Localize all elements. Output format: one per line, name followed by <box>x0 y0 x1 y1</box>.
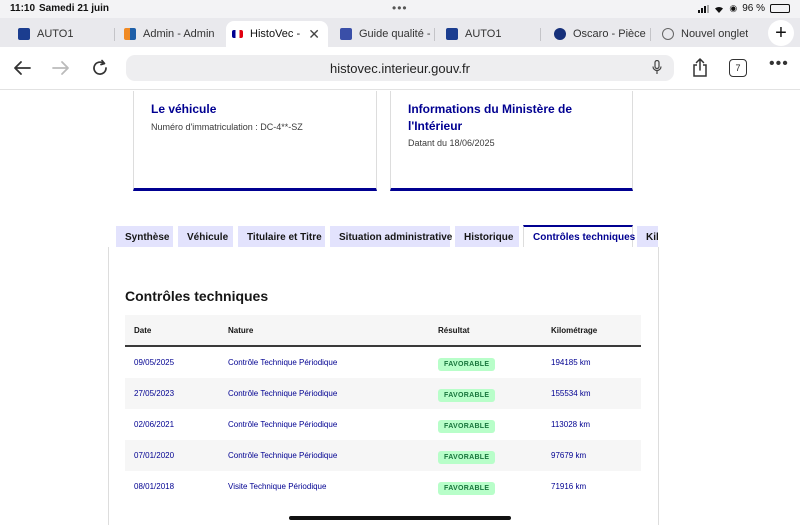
wifi-icon <box>715 6 724 13</box>
globe-icon <box>662 28 674 40</box>
auto1-favicon <box>18 28 30 40</box>
inspection-mileage: 97679 km <box>551 451 587 460</box>
inspection-nature: Contrôle Technique Périodique <box>228 420 338 429</box>
section-title: Contrôles techniques <box>125 288 269 304</box>
status-date: Samedi 21 juin <box>39 3 110 14</box>
status-indicators: ◉ 96 % <box>698 3 790 14</box>
browser-tab-label: Admin - Admin <box>143 28 215 40</box>
reload-button[interactable] <box>87 55 113 81</box>
url-text: histovec.interieur.gouv.fr <box>330 60 470 76</box>
status-badge: FAVORABLE <box>438 389 496 402</box>
arrow-left-icon <box>14 61 31 75</box>
tab-synthese[interactable]: Synthèse <box>116 226 173 248</box>
table-row: 08/01/2018 Visite Technique Périodique F… <box>125 471 641 502</box>
status-bar: 11:10 Samedi 21 juin ••• ◉ 96 % <box>0 0 800 18</box>
back-button[interactable] <box>9 55 35 81</box>
vehicle-card: Le véhicule Numéro d'immatriculation : D… <box>133 91 377 191</box>
cellular-signal-icon <box>698 4 710 13</box>
browser-tab-admin[interactable]: Admin - Admin <box>106 21 224 47</box>
address-bar[interactable]: histovec.interieur.gouv.fr <box>126 55 674 81</box>
status-badge: FAVORABLE <box>438 420 496 433</box>
inspection-date: 09/05/2025 <box>134 358 175 367</box>
tab-controles-techniques[interactable]: Contrôles techniques <box>523 225 635 248</box>
ministry-title-line2: l'Intérieur <box>408 119 463 133</box>
inspection-nature: Visite Technique Périodique <box>228 482 327 491</box>
arrow-right-icon <box>52 61 69 75</box>
inspection-mileage: 155534 km <box>551 389 591 398</box>
inspection-mileage: 113028 km <box>551 420 590 429</box>
battery-percent: 96 % <box>742 3 765 14</box>
ministry-date: Datant du 18/06/2025 <box>408 138 495 148</box>
browser-tab-label: Oscaro - Pièce <box>573 28 646 40</box>
inspection-nature: Contrôle Technique Périodique <box>228 389 338 398</box>
inspection-date: 08/01/2018 <box>134 482 175 491</box>
auto1-favicon <box>446 28 458 40</box>
oscaro-favicon <box>554 28 566 40</box>
more-menu-icon[interactable]: ••• <box>769 55 789 73</box>
inspection-date: 02/06/2021 <box>134 420 175 429</box>
registration-number: Numéro d'immatriculation : DC-4**-SZ <box>151 122 303 132</box>
browser-tab-label: AUTO1 <box>465 28 502 40</box>
browser-tab-label: Guide qualité - <box>359 28 431 40</box>
guide-favicon <box>340 28 352 40</box>
tab-titulaire[interactable]: Titulaire et Titre <box>238 226 325 248</box>
status-time: 11:10 <box>10 3 36 14</box>
table-header: Date Nature Résultat Kilométrage <box>125 315 641 347</box>
reload-icon <box>93 59 107 75</box>
browser-tab-label: AUTO1 <box>37 28 74 40</box>
browser-tab-oscaro[interactable]: Oscaro - Pièce <box>536 21 646 47</box>
status-badge: FAVORABLE <box>438 451 496 464</box>
ministry-title-line1: Informations du Ministère de <box>408 102 573 116</box>
vehicle-card-title: Le véhicule <box>151 102 217 116</box>
inspection-mileage: 194185 km <box>551 358 591 367</box>
close-tab-icon[interactable]: ✕ <box>308 26 320 43</box>
table-row: 02/06/2021 Contrôle Technique Périodique… <box>125 409 641 440</box>
inspections-table: Date Nature Résultat Kilométrage 09/05/2… <box>125 315 641 502</box>
share-icon <box>693 58 707 77</box>
table-row: 07/01/2020 Contrôle Technique Périodique… <box>125 440 641 471</box>
forward-button[interactable] <box>48 55 74 81</box>
column-header-nature: Nature <box>228 326 254 335</box>
table-row: 09/05/2025 Contrôle Technique Périodique… <box>125 347 641 378</box>
battery-icon <box>770 4 790 13</box>
table-row: 27/05/2023 Contrôle Technique Périodique… <box>125 378 641 409</box>
browser-tab-guide[interactable]: Guide qualité - <box>322 21 432 47</box>
tab-situation-administrative[interactable]: Situation administrative <box>330 226 452 248</box>
microphone-icon[interactable] <box>652 60 662 75</box>
new-tab-button[interactable]: + <box>768 20 794 46</box>
tab-kilometrage[interactable]: Kilo <box>637 226 658 248</box>
home-indicator[interactable] <box>289 516 511 520</box>
inspection-mileage: 71916 km <box>551 482 587 491</box>
browser-toolbar: histovec.interieur.gouv.fr 7 ••• <box>0 47 800 90</box>
multitasking-dots-icon[interactable]: ••• <box>392 1 408 15</box>
column-header-result: Résultat <box>438 326 470 335</box>
french-flag-favicon <box>232 30 243 38</box>
browser-tab-auto1-2[interactable]: AUTO1 <box>428 21 538 47</box>
tab-count-button[interactable]: 7 <box>729 59 747 77</box>
browser-tab-label: HistoVec - <box>250 28 301 40</box>
inspection-date: 07/01/2020 <box>134 451 175 460</box>
column-header-date: Date <box>134 326 152 335</box>
browser-tab-new[interactable]: Nouvel onglet <box>644 21 756 47</box>
inspection-nature: Contrôle Technique Périodique <box>228 358 338 367</box>
inspection-date: 27/05/2023 <box>134 389 175 398</box>
ministry-card: Informations du Ministère de l'Intérieur… <box>390 91 633 191</box>
column-header-mileage: Kilométrage <box>551 326 598 335</box>
location-icon: ◉ <box>729 3 738 13</box>
inspection-nature: Contrôle Technique Périodique <box>228 451 338 460</box>
plus-icon: + <box>775 21 787 44</box>
section-tabs: Synthèse Véhicule Titulaire et Titre Sit… <box>116 225 658 248</box>
status-badge: FAVORABLE <box>438 358 496 371</box>
browser-tab-auto1[interactable]: AUTO1 <box>0 21 112 47</box>
ministry-card-title: Informations du Ministère de l'Intérieur <box>408 101 572 135</box>
browser-tab-histovec[interactable]: HistoVec - ✕ <box>226 21 328 47</box>
status-badge: FAVORABLE <box>438 482 496 495</box>
browser-tab-strip: AUTO1 Admin - Admin HistoVec - ✕ Guide q… <box>0 18 800 47</box>
admin-favicon <box>124 28 136 40</box>
tab-historique[interactable]: Historique <box>455 226 519 248</box>
browser-tab-label: Nouvel onglet <box>681 28 749 40</box>
share-button[interactable] <box>687 55 713 81</box>
tab-vehicule[interactable]: Véhicule <box>178 226 233 248</box>
